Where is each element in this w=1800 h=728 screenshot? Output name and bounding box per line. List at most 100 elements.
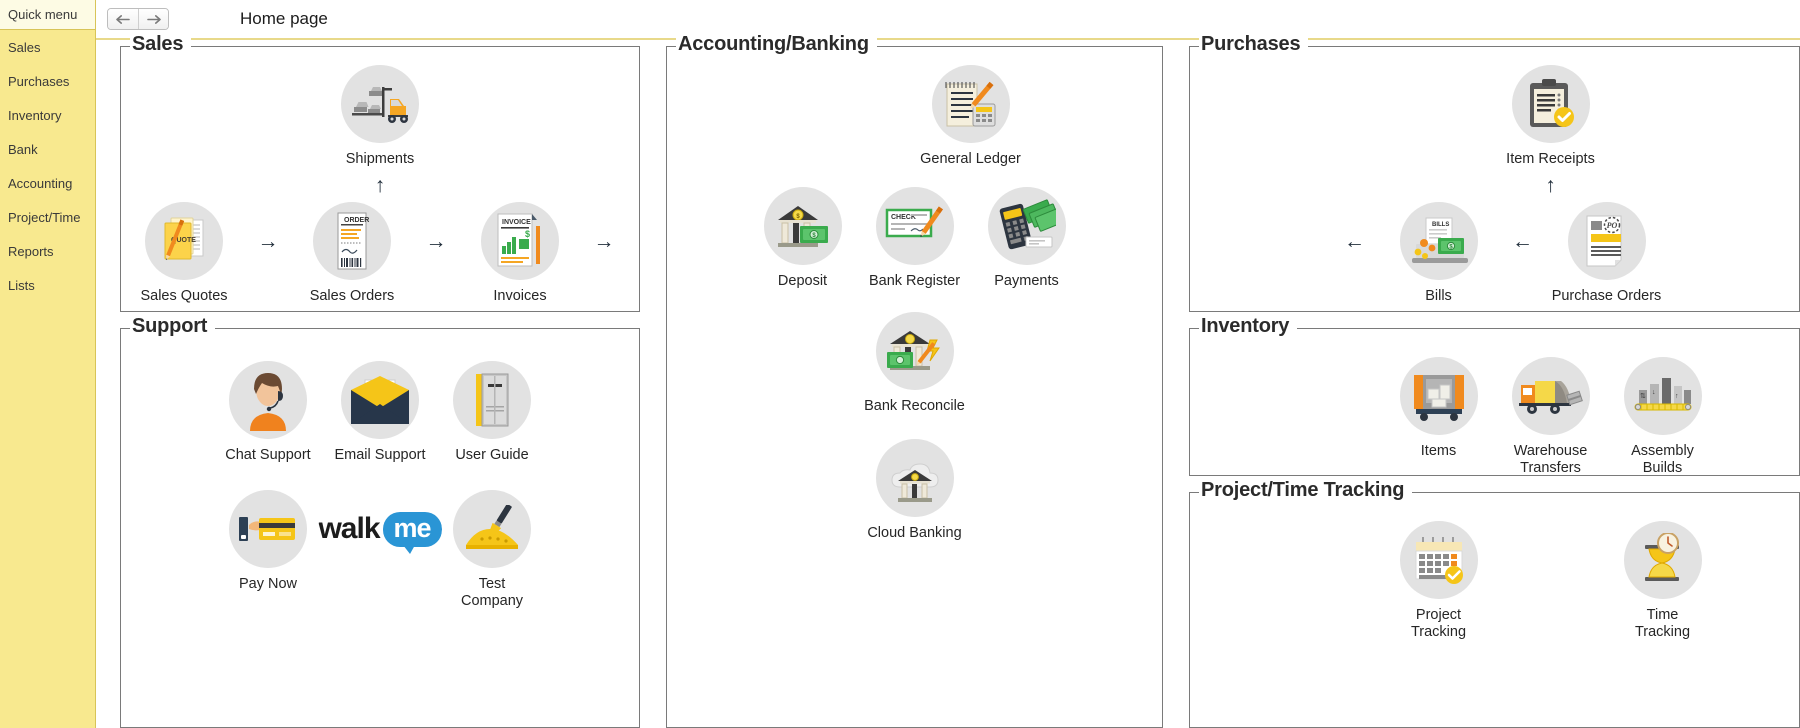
test-company-icon <box>453 490 531 569</box>
tile-sales-orders[interactable]: ORDER Sales Orders <box>296 202 408 305</box>
acct-row-4: Cloud Banking <box>667 439 1162 542</box>
chat-support-icon <box>229 361 307 440</box>
tile-caption: Payments <box>994 273 1059 290</box>
tile-email-support[interactable]: Email Support <box>324 361 436 464</box>
group-support: Support Chat Support Email Support User … <box>120 315 640 728</box>
tile-caption: Bank Register <box>868 273 961 290</box>
sidebar-item-reports[interactable]: Reports <box>0 234 95 268</box>
tile-caption: Purchase Orders <box>1551 288 1662 305</box>
group-inventory: Inventory Items Warehouse Transfers ⇅ ↓ … <box>1189 315 1800 477</box>
tile-caption: Bills <box>1425 288 1452 305</box>
forward-button[interactable] <box>138 9 168 29</box>
sidebar-item-inventory[interactable]: Inventory <box>0 98 95 132</box>
sidebar-item-bank[interactable]: Bank <box>0 132 95 166</box>
arrow-right-icon: → <box>257 229 279 253</box>
tile-assembly-builds[interactable]: ⇅ ↓ ↑ Assembly Builds <box>1607 357 1719 477</box>
tile-warehouse-transfers[interactable]: Warehouse Transfers <box>1495 357 1607 477</box>
sidebar-item-label: Purchases <box>8 73 70 89</box>
sidebar-item-label: Reports <box>8 243 54 259</box>
walkme-me-bubble: me <box>382 511 442 554</box>
svg-text:↓: ↓ <box>1652 389 1656 396</box>
sidebar-item-label: Inventory <box>8 107 62 123</box>
sales-quotes-icon: QUOTE <box>145 202 223 281</box>
back-button[interactable] <box>108 9 138 29</box>
arrow-up-icon: ↑ <box>374 173 386 197</box>
bank-reconcile-icon <box>875 312 954 391</box>
item-receipts-icon <box>1511 65 1590 143</box>
arrow-left-icon: ← <box>1512 229 1533 253</box>
sidebar-item-label: Lists <box>8 277 35 293</box>
tile-invoices[interactable]: INVOICE $ Invoices <box>464 202 576 305</box>
items-icon <box>1399 357 1478 436</box>
tile-caption: Project Tracking <box>1410 607 1467 641</box>
purch-row-top: Item Receipts <box>1190 65 1799 168</box>
walkme-wordmark: walk me <box>318 511 442 554</box>
tile-payments[interactable]: Payments <box>971 187 1083 290</box>
arrow-right-icon <box>147 14 161 24</box>
svg-text:ORDER: ORDER <box>344 217 369 224</box>
tile-caption: Sales Orders <box>309 288 395 305</box>
sidebar-item-lists[interactable]: Lists <box>0 268 95 302</box>
tile-general-ledger[interactable]: General Ledger <box>915 65 1027 168</box>
tile-time-tracking[interactable]: Time Tracking <box>1607 521 1719 641</box>
sidebar-item-purchases[interactable]: Purchases <box>0 64 95 98</box>
tile-item-receipts[interactable]: Item Receipts <box>1495 65 1607 168</box>
tile-caption: Email Support <box>334 447 426 464</box>
tile-caption: Pay Now <box>238 576 298 593</box>
bank-register-icon: CHECK <box>875 187 954 266</box>
tile-caption: Warehouse Transfers <box>1513 443 1588 477</box>
tile-caption: Assembly Builds <box>1631 443 1694 477</box>
tile-caption: Shipments <box>345 151 415 167</box>
tile-shipments[interactable]: Shipments <box>324 65 436 168</box>
sidebar-item-project-time[interactable]: Project/Time <box>0 200 95 234</box>
column-right: Purchases Item Receipts ↑ ← BILLS $ Bill… <box>1189 33 1800 728</box>
tile-caption: Time Tracking <box>1634 607 1691 641</box>
tile-bills[interactable]: BILLS $ Bills <box>1383 202 1495 305</box>
user-guide-icon <box>453 361 531 440</box>
navigation-buttons <box>107 8 169 30</box>
bills-icon: BILLS $ <box>1399 202 1478 281</box>
tile-items[interactable]: Items <box>1383 357 1495 460</box>
tile-project-tracking[interactable]: Project Tracking <box>1383 521 1495 641</box>
group-purchases: Purchases Item Receipts ↑ ← BILLS $ Bill… <box>1189 33 1800 313</box>
pay-now-icon <box>229 490 307 569</box>
tile-cloud-banking[interactable]: Cloud Banking <box>859 439 971 542</box>
sidebar-item-accounting[interactable]: Accounting <box>0 166 95 200</box>
tile-caption: Test Company <box>460 576 524 610</box>
tile-caption: Sales Quotes <box>140 288 228 305</box>
columns: Sales Shipments ↑ QUOTE Sales Quotes → O… <box>96 33 1800 728</box>
column-left: Sales Shipments ↑ QUOTE Sales Quotes → O… <box>120 33 640 728</box>
home-page-app: Quick menu Sales Purchases Inventory Ban… <box>0 0 1800 728</box>
tile-sales-quotes[interactable]: QUOTE Sales Quotes <box>128 202 240 305</box>
tile-pay-now[interactable]: Pay Now <box>212 490 324 593</box>
toolbar: Home page <box>96 0 1800 38</box>
sidebar-item-sales[interactable]: Sales <box>0 30 95 64</box>
tile-caption: General Ledger <box>920 151 1021 167</box>
svg-text:PO: PO <box>1606 221 1617 230</box>
group-support-legend: Support <box>130 315 216 339</box>
tile-deposit[interactable]: $ $ Deposit <box>747 187 859 290</box>
group-accounting-body: General Ledger $ $ Deposit CHECK Bank Re… <box>667 47 1162 727</box>
tile-user-guide[interactable]: User Guide <box>436 361 548 464</box>
group-inventory-legend: Inventory <box>1199 315 1298 339</box>
tile-caption: Items <box>1420 443 1457 460</box>
sales-row-bottom: QUOTE Sales Quotes → ORDER Sales Orders … <box>121 202 639 305</box>
general-ledger-icon <box>931 65 1010 143</box>
group-accounting-legend: Accounting/Banking <box>676 33 877 56</box>
tile-walkme[interactable]: walkme walkme <box>318 490 442 593</box>
arrow-right-icon: → <box>425 229 447 253</box>
sales-orders-icon: ORDER <box>313 202 391 281</box>
sidebar-header-label: Quick menu <box>8 7 78 22</box>
tile-chat-support[interactable]: Chat Support <box>212 361 324 464</box>
warehouse-transfers-icon <box>1511 357 1590 436</box>
sidebar-item-label: Bank <box>8 141 38 157</box>
tile-bank-register[interactable]: CHECK Bank Register <box>859 187 971 290</box>
tile-test-company[interactable]: Test Company <box>436 490 548 610</box>
content-area: Sales Shipments ↑ QUOTE Sales Quotes → O… <box>96 33 1800 728</box>
project-tracking-icon <box>1399 521 1478 600</box>
sales-row-top: Shipments <box>121 65 639 168</box>
sidebar-item-label: Project/Time <box>8 209 81 225</box>
deposit-icon: $ $ <box>763 187 842 266</box>
tile-purchase-orders[interactable]: PO Purchase Orders <box>1551 202 1663 305</box>
tile-bank-reconcile[interactable]: Bank Reconcile <box>859 312 971 415</box>
